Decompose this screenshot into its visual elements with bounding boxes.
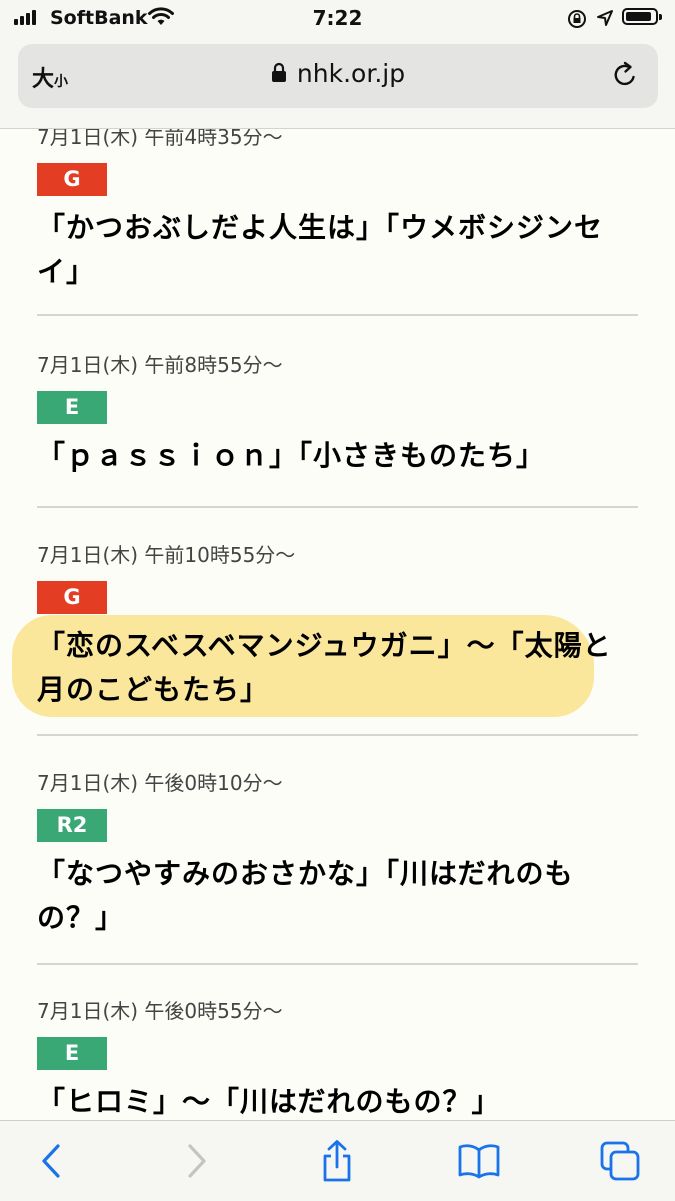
schedule-item[interactable]: 7月1日(木) 午後0時55分〜 E 「ヒロミ」〜「川はだれのもの？」 — [37, 997, 638, 1120]
status-bar: SoftBank 7:22 — [0, 0, 675, 38]
broadcast-date: 7月1日(木) 午前10時55分〜 — [37, 543, 296, 567]
url-domain: nhk.or.jp — [296, 59, 406, 88]
channel-badge: G — [37, 163, 107, 196]
program-title[interactable]: 「恋のスベスベマンジュウガニ」〜「太陽と月のこどもたち」 — [37, 624, 638, 712]
program-title[interactable]: 「ヒロミ」〜「川はだれのもの？」 — [37, 1080, 638, 1120]
back-icon — [42, 1144, 60, 1178]
tabs-button[interactable] — [598, 1139, 642, 1183]
location-icon — [597, 10, 613, 26]
broadcast-date: 7月1日(木) 午前4時35分〜 — [37, 129, 283, 149]
reload-icon[interactable] — [610, 60, 640, 90]
program-title[interactable]: 「かつおぶしだよ人生は」「ウメボシジンセイ」 — [37, 206, 638, 294]
url-display[interactable]: nhk.or.jp — [18, 59, 658, 88]
page-content: 7月1日(木) 午前4時35分〜 G 「かつおぶしだよ人生は」「ウメボシジンセイ… — [0, 129, 675, 1120]
program-title[interactable]: 「ｐａｓｓｉｏｎ」「小さきものたち」 — [37, 434, 638, 478]
browser-toolbar — [0, 1120, 675, 1201]
tabs-icon — [600, 1141, 640, 1181]
schedule-item[interactable]: 7月1日(木) 午前4時35分〜 G 「かつおぶしだよ人生は」「ウメボシジンセイ… — [37, 129, 638, 316]
broadcast-date: 7月1日(木) 午前8時55分〜 — [37, 353, 283, 377]
forward-icon — [188, 1144, 206, 1178]
address-bar[interactable]: 大小 nhk.or.jp — [18, 44, 658, 108]
broadcast-date: 7月1日(木) 午後0時55分〜 — [37, 999, 283, 1023]
share-icon — [323, 1140, 351, 1182]
forward-button[interactable] — [174, 1139, 218, 1183]
lock-icon — [271, 62, 286, 82]
broadcast-date: 7月1日(木) 午後0時10分〜 — [37, 771, 283, 795]
back-button[interactable] — [30, 1139, 74, 1183]
browser-address-area: 大小 nhk.or.jp — [0, 38, 675, 129]
schedule-item[interactable]: 7月1日(木) 午前10時55分〜 G 「恋のスベスベマンジュウガニ」〜「太陽と… — [37, 541, 638, 736]
program-title[interactable]: 「なつやすみのおさかな」「川はだれのもの？」 — [37, 852, 638, 940]
channel-badge: E — [37, 391, 107, 424]
bookmarks-icon — [458, 1144, 500, 1179]
orientation-lock-icon — [568, 10, 586, 28]
channel-badge: E — [37, 1037, 107, 1070]
schedule-item[interactable]: 7月1日(木) 午前8時55分〜 E 「ｐａｓｓｉｏｎ」「小さきものたち」 — [37, 351, 638, 508]
bookmarks-button[interactable] — [457, 1139, 501, 1183]
channel-badge: G — [37, 581, 107, 614]
channel-badge: R2 — [37, 809, 107, 842]
schedule-item[interactable]: 7月1日(木) 午後0時10分〜 R2 「なつやすみのおさかな」「川はだれのもの… — [37, 769, 638, 965]
share-button[interactable] — [315, 1139, 359, 1183]
battery-icon — [622, 8, 662, 25]
